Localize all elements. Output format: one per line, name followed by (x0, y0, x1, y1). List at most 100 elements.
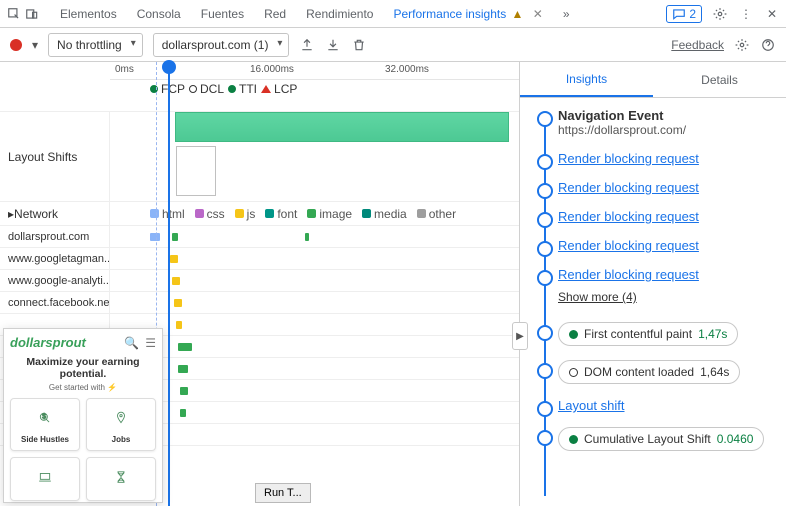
marker-lcp: LCP (261, 82, 297, 96)
playhead[interactable] (168, 62, 170, 506)
svg-text:$: $ (42, 414, 46, 421)
insight-render-blocking[interactable]: Render blocking request (538, 151, 776, 166)
record-button[interactable] (10, 39, 22, 51)
tab-consola[interactable]: Consola (127, 1, 191, 27)
pill-label: First contentful paint (584, 327, 692, 341)
req-bar[interactable] (170, 255, 178, 263)
req-bar[interactable] (172, 277, 180, 285)
host-label: connect.facebook.net (0, 292, 110, 313)
network-host-row[interactable]: www.google-analyti... (0, 270, 519, 292)
search-icon[interactable]: 🔍 (124, 336, 139, 350)
settings-icon[interactable] (712, 6, 728, 22)
marker-dcl: DCL (189, 82, 224, 96)
layout-shifts-row: Layout Shifts (0, 112, 519, 202)
insight-link[interactable]: Render blocking request (558, 209, 699, 224)
kebab-icon[interactable]: ⋮ (738, 6, 754, 22)
insight-render-blocking[interactable]: Render blocking request (538, 209, 776, 224)
insight-dcl[interactable]: DOM content loaded 1,64s (538, 360, 776, 384)
req-bar[interactable] (180, 409, 186, 417)
sidebar: Insights Details Navigation Event https:… (520, 62, 786, 506)
card-side-hustles[interactable]: $Side Hustles (10, 398, 80, 451)
req-bar[interactable] (178, 343, 192, 351)
marker-legend: FCP DCL TTI LCP (110, 82, 519, 96)
req-bar[interactable] (172, 233, 178, 241)
network-host-row[interactable]: www.googletagman... (0, 248, 519, 270)
host-label: www.googletagman... (0, 248, 110, 269)
host-label: dollarsprout.com (0, 226, 110, 247)
tab-insights[interactable]: Insights (520, 62, 653, 97)
pill-label: Cumulative Layout Shift (584, 432, 711, 446)
tab-close-icon[interactable]: ✕ (533, 7, 543, 21)
insight-link[interactable]: Layout shift (558, 398, 625, 413)
req-bar[interactable] (174, 299, 182, 307)
pill-label: DOM content loaded (584, 365, 694, 379)
recording-select[interactable]: dollarsprout.com (1) (153, 33, 290, 57)
req-bar[interactable] (305, 233, 309, 241)
export-icon[interactable] (299, 37, 315, 53)
badge-count: 2 (689, 7, 696, 21)
help-icon[interactable] (760, 37, 776, 53)
insight-render-blocking[interactable]: Render blocking request (538, 267, 776, 282)
menu-icon[interactable]: ☰ (145, 336, 156, 350)
tab-details[interactable]: Details (653, 62, 786, 97)
insights-list: Navigation Event https://dollarsprout.co… (520, 98, 786, 506)
req-bar[interactable] (150, 233, 160, 241)
insight-link[interactable]: Render blocking request (558, 238, 699, 253)
req-bar[interactable] (180, 387, 188, 395)
sidebar-tabs: Insights Details (520, 62, 786, 98)
insight-navigation[interactable]: Navigation Event https://dollarsprout.co… (538, 108, 776, 137)
req-bar[interactable] (178, 365, 188, 373)
tab-elementos[interactable]: Elementos (50, 1, 127, 27)
pane-expand-icon[interactable]: ▶ (512, 322, 528, 350)
pill-value: 1,47s (698, 327, 727, 341)
panel-tabs: Elementos Consola Fuentes Red Rendimient… (50, 1, 664, 27)
record-dropdown-icon[interactable]: ▾ (32, 38, 38, 52)
tick: 32.000ms (385, 64, 429, 75)
feedback-link[interactable]: Feedback (671, 38, 724, 52)
messages-badge[interactable]: 2 (666, 5, 702, 23)
insight-render-blocking[interactable]: Render blocking request (538, 180, 776, 195)
page-preview-overlay: dollarsprout 🔍☰ Maximize your earning po… (3, 328, 163, 503)
insight-url: https://dollarsprout.com/ (558, 123, 776, 137)
timeline-panel: 0ms 16.000ms 32.000ms FCP DCL TTI LCP La… (0, 62, 520, 506)
close-devtools-icon[interactable]: ✕ (764, 6, 780, 22)
tab-fuentes[interactable]: Fuentes (191, 1, 254, 27)
tick: 0ms (115, 64, 134, 75)
req-bar[interactable] (176, 321, 182, 329)
screenshot-thumb[interactable] (176, 146, 216, 196)
layout-shifts-track[interactable] (110, 112, 519, 201)
network-legend: html css js font image media other (110, 202, 519, 225)
device-toggle-icon[interactable] (24, 6, 40, 22)
pill-value: 1,64s (700, 365, 729, 379)
card-3[interactable] (10, 457, 80, 501)
hourglass-icon (108, 464, 134, 490)
panel-settings-icon[interactable] (734, 37, 750, 53)
insight-fcp[interactable]: First contentful paint 1,47s (538, 322, 776, 346)
network-host-row[interactable]: dollarsprout.com (0, 226, 519, 248)
run-button[interactable]: Run T... (255, 483, 311, 503)
tab-rendimiento[interactable]: Rendimiento (296, 1, 383, 27)
layout-shift-bar[interactable] (175, 112, 509, 142)
card-jobs[interactable]: Jobs (86, 398, 156, 451)
network-header-row[interactable]: Network html css js font image media oth… (0, 202, 519, 226)
tab-overflow[interactable]: » (553, 1, 580, 27)
throttling-select[interactable]: No throttling (48, 33, 143, 57)
insight-render-blocking[interactable]: Render blocking request (538, 238, 776, 253)
card-4[interactable] (86, 457, 156, 501)
trash-icon[interactable] (351, 37, 367, 53)
import-icon[interactable] (325, 37, 341, 53)
location-pin-icon (108, 405, 134, 431)
network-host-row[interactable]: connect.facebook.net (0, 292, 519, 314)
insight-link[interactable]: Render blocking request (558, 151, 699, 166)
show-more-link[interactable]: Show more (4) (538, 290, 776, 304)
insight-cls[interactable]: Cumulative Layout Shift 0.0460 (538, 427, 776, 451)
insight-layout-shift[interactable]: Layout shift (538, 398, 776, 413)
tab-performance-insights[interactable]: Performance insights ▲ ✕ (383, 1, 552, 27)
tab-red[interactable]: Red (254, 1, 296, 27)
inspect-icon[interactable] (6, 6, 22, 22)
insight-link[interactable]: Render blocking request (558, 267, 699, 282)
insight-link[interactable]: Render blocking request (558, 180, 699, 195)
tick: 16.000ms (250, 64, 294, 75)
overlay-subtitle: Get started with ⚡ (10, 383, 156, 392)
marker-tti: TTI (228, 82, 257, 96)
